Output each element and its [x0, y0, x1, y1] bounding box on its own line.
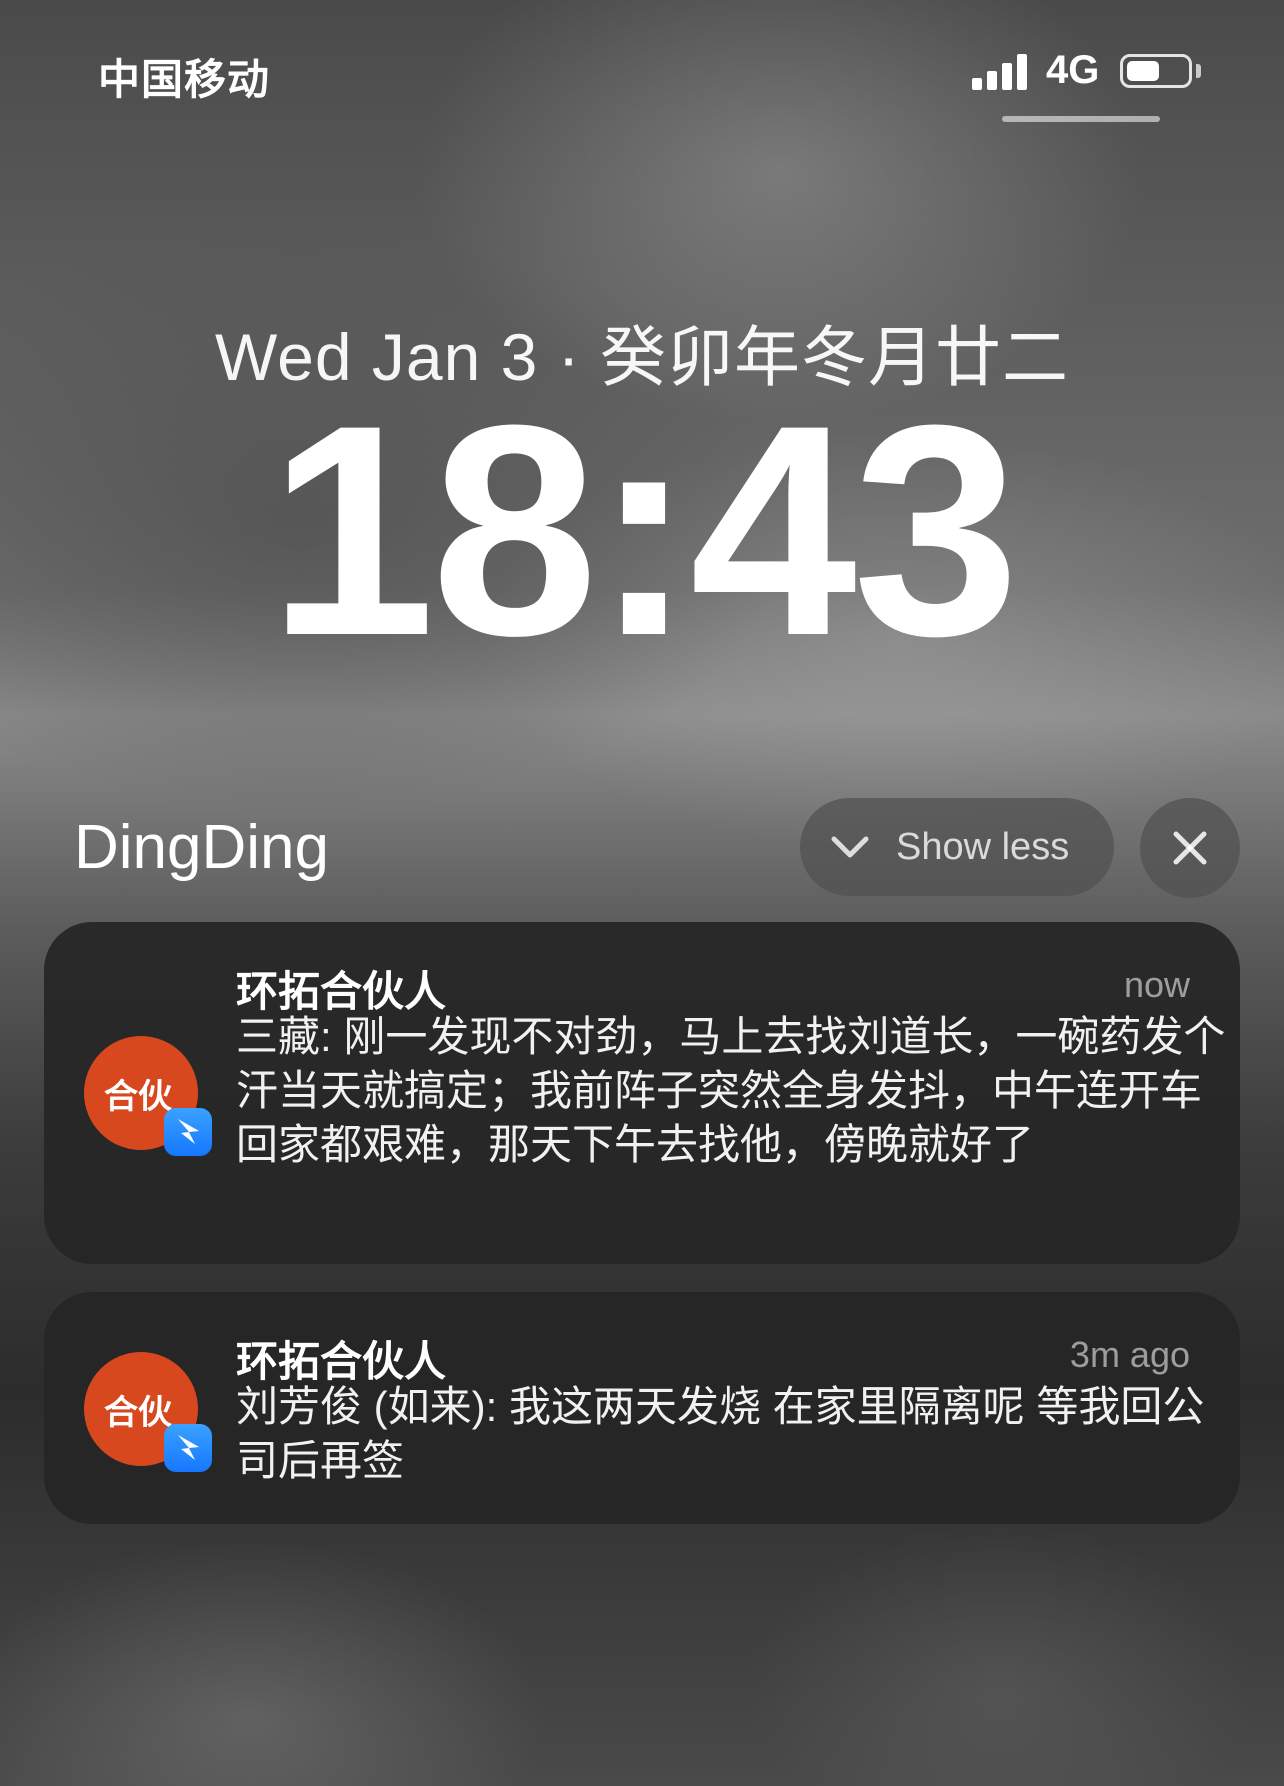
close-icon — [1173, 831, 1207, 865]
lock-screen-time: 18:43 — [268, 362, 1019, 698]
dingtalk-icon — [164, 1424, 212, 1472]
notification-card[interactable]: 合伙 环拓合伙人 3m ago 刘芳俊 (如来): 我这两天发烧 在家里隔离呢 … — [44, 1292, 1240, 1524]
clear-notifications-button[interactable] — [1140, 798, 1240, 898]
app-icon-label: 合伙 — [104, 1077, 172, 1116]
battery-icon — [1120, 54, 1192, 88]
notification-time: 3m ago — [1069, 1334, 1190, 1375]
chevron-down-icon — [831, 836, 869, 858]
notification-card[interactable]: 合伙 环拓合伙人 now 三藏: 刚一发现不对劲，马上去找刘道长，一碗药发个汗当… — [44, 922, 1240, 1264]
network-type-label: 4G — [1046, 48, 1100, 92]
control-center-indicator[interactable] — [1002, 116, 1160, 122]
notification-message: 三藏: 刚一发现不对劲，马上去找刘道长，一碗药发个汗当天就搞定；我前阵子突然全身… — [236, 1013, 1226, 1168]
battery-level-fill — [1127, 61, 1159, 81]
battery-cap — [1196, 64, 1201, 78]
app-icon-label: 合伙 — [104, 1393, 172, 1432]
notification-time: now — [1123, 964, 1190, 1005]
carrier-label: 中国移动 — [98, 56, 271, 103]
show-less-label: Show less — [896, 825, 1070, 868]
show-less-button[interactable]: Show less — [800, 798, 1114, 896]
signal-strength-icon — [972, 54, 1032, 90]
notification-group-title: DingDing — [74, 813, 330, 882]
dingtalk-icon — [164, 1108, 212, 1156]
notification-message: 刘芳俊 (如来): 我这两天发烧 在家里隔离呢 等我回公司后再签 — [236, 1383, 1205, 1484]
